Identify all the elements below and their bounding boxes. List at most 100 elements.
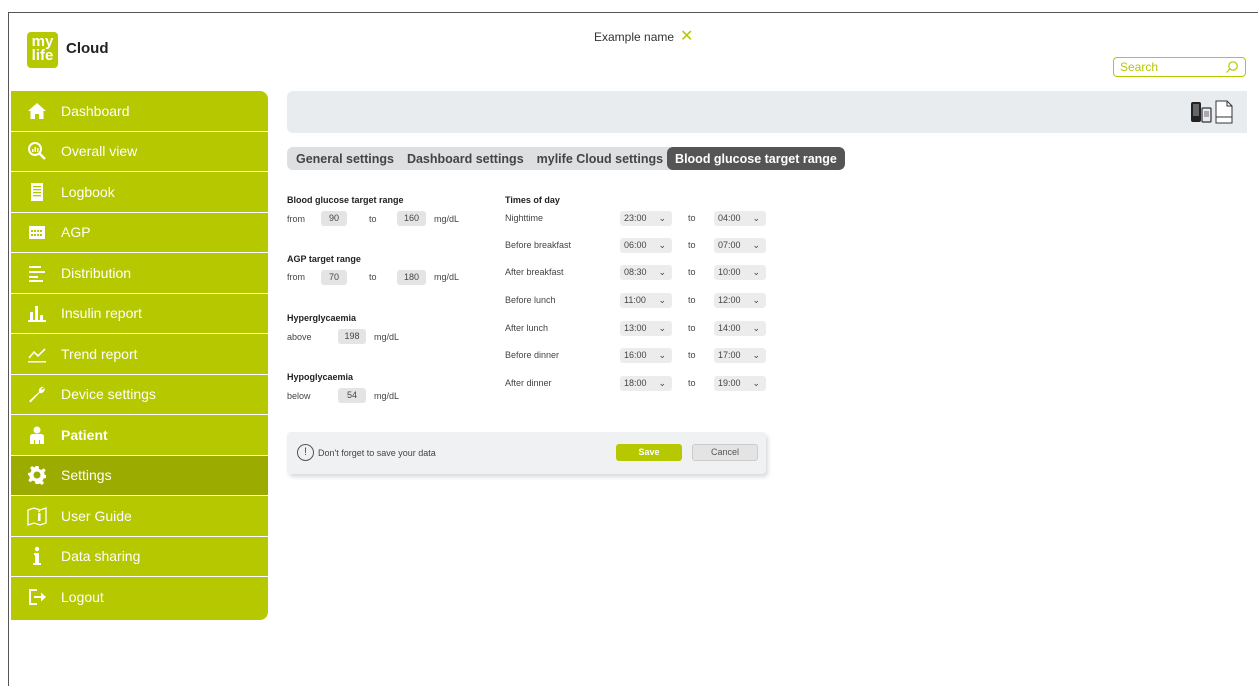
time-row-label: Nighttime bbox=[505, 213, 544, 223]
sidebar-item-dashboard[interactable]: Dashboard bbox=[11, 91, 268, 132]
sidebar-item-device-settings[interactable]: Device settings bbox=[11, 375, 268, 415]
time-from-value: 13:00 bbox=[624, 323, 647, 333]
chevron-down-icon: ⌄ bbox=[658, 323, 666, 333]
agp-to-input[interactable]: 180 bbox=[397, 270, 426, 285]
search-icon[interactable] bbox=[1225, 60, 1239, 74]
sidebar-item-logbook[interactable]: Logbook bbox=[11, 172, 268, 213]
chevron-down-icon: ⌄ bbox=[752, 240, 760, 250]
logout-icon bbox=[27, 587, 47, 607]
time-to-select[interactable]: 17:00 ⌄ bbox=[714, 348, 766, 363]
document-icon[interactable] bbox=[1214, 100, 1234, 124]
sidebar-item-distribution[interactable]: Distribution bbox=[11, 253, 268, 294]
tab-general-settings[interactable]: General settings bbox=[287, 147, 398, 170]
sidebar-item-insulin-report[interactable]: Insulin report bbox=[11, 294, 268, 334]
sidebar-item-label: Logbook bbox=[61, 183, 115, 200]
chevron-down-icon: ⌄ bbox=[658, 295, 666, 305]
time-from-select[interactable]: 23:00 ⌄ bbox=[620, 211, 672, 226]
sidebar-item-overall-view[interactable]: Overall view bbox=[11, 132, 268, 172]
agp-from-label: from bbox=[287, 272, 305, 282]
hypo-input[interactable]: 54 bbox=[338, 388, 366, 403]
sidebar-item-user-guide[interactable]: User Guide bbox=[11, 496, 268, 537]
time-from-value: 08:30 bbox=[624, 267, 647, 277]
mylife-logo[interactable]: my life bbox=[27, 32, 58, 68]
time-row-label: After breakfast bbox=[505, 267, 564, 277]
hyper-heading: Hyperglycaemia bbox=[287, 313, 357, 323]
chevron-down-icon: ⌄ bbox=[658, 378, 666, 388]
time-to-select[interactable]: 07:00 ⌄ bbox=[714, 238, 766, 253]
logbook-icon bbox=[27, 182, 47, 202]
save-button[interactable]: Save bbox=[616, 444, 682, 461]
device-export-icon[interactable] bbox=[1189, 101, 1213, 123]
save-bar: ! Don't forget to save your data Save Ca… bbox=[287, 432, 766, 474]
time-row-label: After lunch bbox=[505, 323, 549, 333]
time-from-value: 18:00 bbox=[624, 378, 647, 388]
sidebar-item-label: Device settings bbox=[61, 386, 156, 403]
agp-from-input[interactable]: 70 bbox=[321, 270, 347, 285]
sidebar-item-agp[interactable]: AGP bbox=[11, 213, 268, 253]
time-to-select[interactable]: 04:00 ⌄ bbox=[714, 211, 766, 226]
time-to-select[interactable]: 12:00 ⌄ bbox=[714, 293, 766, 308]
sidebar-item-label: Data sharing bbox=[61, 548, 141, 565]
time-to-value: 04:00 bbox=[718, 213, 741, 223]
tab-dashboard-settings[interactable]: Dashboard settings bbox=[398, 147, 528, 170]
bg-from-input[interactable]: 90 bbox=[321, 211, 347, 226]
tab-blood-glucose-target-range[interactable]: Blood glucose target range bbox=[667, 147, 845, 170]
time-from-select[interactable]: 18:00 ⌄ bbox=[620, 376, 672, 391]
hyper-input[interactable]: 198 bbox=[338, 329, 366, 344]
time-from-select[interactable]: 11:00 ⌄ bbox=[620, 293, 672, 308]
cancel-button[interactable]: Cancel bbox=[692, 444, 758, 461]
time-to-label: to bbox=[688, 267, 696, 277]
time-row-label: Before breakfast bbox=[505, 240, 572, 250]
home-icon bbox=[27, 101, 47, 121]
time-from-select[interactable]: 13:00 ⌄ bbox=[620, 321, 672, 336]
agp-unit: mg/dL bbox=[434, 272, 460, 282]
time-to-label: to bbox=[688, 213, 696, 223]
sidebar-item-settings[interactable]: Settings bbox=[11, 455, 268, 496]
times-heading: Times of day bbox=[505, 195, 560, 205]
time-from-select[interactable]: 06:00 ⌄ bbox=[620, 238, 672, 253]
time-from-value: 11:00 bbox=[624, 295, 646, 305]
bg-target-heading: Blood glucose target range bbox=[287, 195, 404, 205]
chevron-down-icon: ⌄ bbox=[752, 295, 760, 305]
search-input[interactable]: Search bbox=[1113, 57, 1246, 77]
close-patient-icon[interactable]: ✕ bbox=[680, 29, 693, 45]
settings-tabs: General settings Dashboard settings myli… bbox=[287, 147, 845, 170]
time-from-value: 16:00 bbox=[624, 350, 647, 360]
chevron-down-icon: ⌄ bbox=[752, 267, 760, 277]
book-icon bbox=[27, 506, 47, 526]
info-icon bbox=[27, 546, 47, 566]
time-from-select[interactable]: 08:30 ⌄ bbox=[620, 265, 672, 280]
sidebar-item-label: Dashboard bbox=[61, 102, 130, 119]
brand-name: Cloud bbox=[66, 40, 109, 57]
person-icon bbox=[27, 425, 47, 445]
patient-name: Example name bbox=[594, 30, 675, 44]
toolbar bbox=[287, 91, 1247, 133]
chevron-down-icon: ⌄ bbox=[752, 323, 760, 333]
sidebar-item-trend-report[interactable]: Trend report bbox=[11, 334, 268, 375]
sidebar-item-label: Distribution bbox=[61, 264, 132, 281]
chevron-down-icon: ⌄ bbox=[752, 213, 760, 223]
time-from-select[interactable]: 16:00 ⌄ bbox=[620, 348, 672, 363]
time-to-label: to bbox=[688, 240, 696, 250]
sidebar-item-logout[interactable]: Logout bbox=[11, 577, 268, 618]
bg-to-input[interactable]: 160 bbox=[397, 211, 426, 226]
time-row-label: Before dinner bbox=[505, 350, 560, 360]
time-row-label: After dinner bbox=[505, 378, 552, 388]
hypo-label: below bbox=[287, 391, 311, 401]
hyper-label: above bbox=[287, 332, 312, 342]
hypo-unit: mg/dL bbox=[374, 391, 400, 401]
time-to-select[interactable]: 10:00 ⌄ bbox=[714, 265, 766, 280]
time-to-label: to bbox=[688, 378, 696, 388]
magnify-chart-icon bbox=[27, 141, 47, 161]
time-to-select[interactable]: 19:00 ⌄ bbox=[714, 376, 766, 391]
time-to-select[interactable]: 14:00 ⌄ bbox=[714, 321, 766, 336]
time-to-label: to bbox=[688, 350, 696, 360]
sidebar-item-data-sharing[interactable]: Data sharing bbox=[11, 537, 268, 577]
distribution-icon bbox=[27, 263, 47, 283]
save-reminder-text: Don't forget to save your data bbox=[318, 448, 436, 458]
time-to-label: to bbox=[688, 323, 696, 333]
sidebar-item-patient[interactable]: Patient bbox=[11, 415, 268, 456]
tab-mylife-cloud-settings[interactable]: mylife Cloud settings bbox=[528, 147, 667, 170]
trend-icon bbox=[27, 344, 47, 364]
time-to-label: to bbox=[688, 295, 696, 305]
